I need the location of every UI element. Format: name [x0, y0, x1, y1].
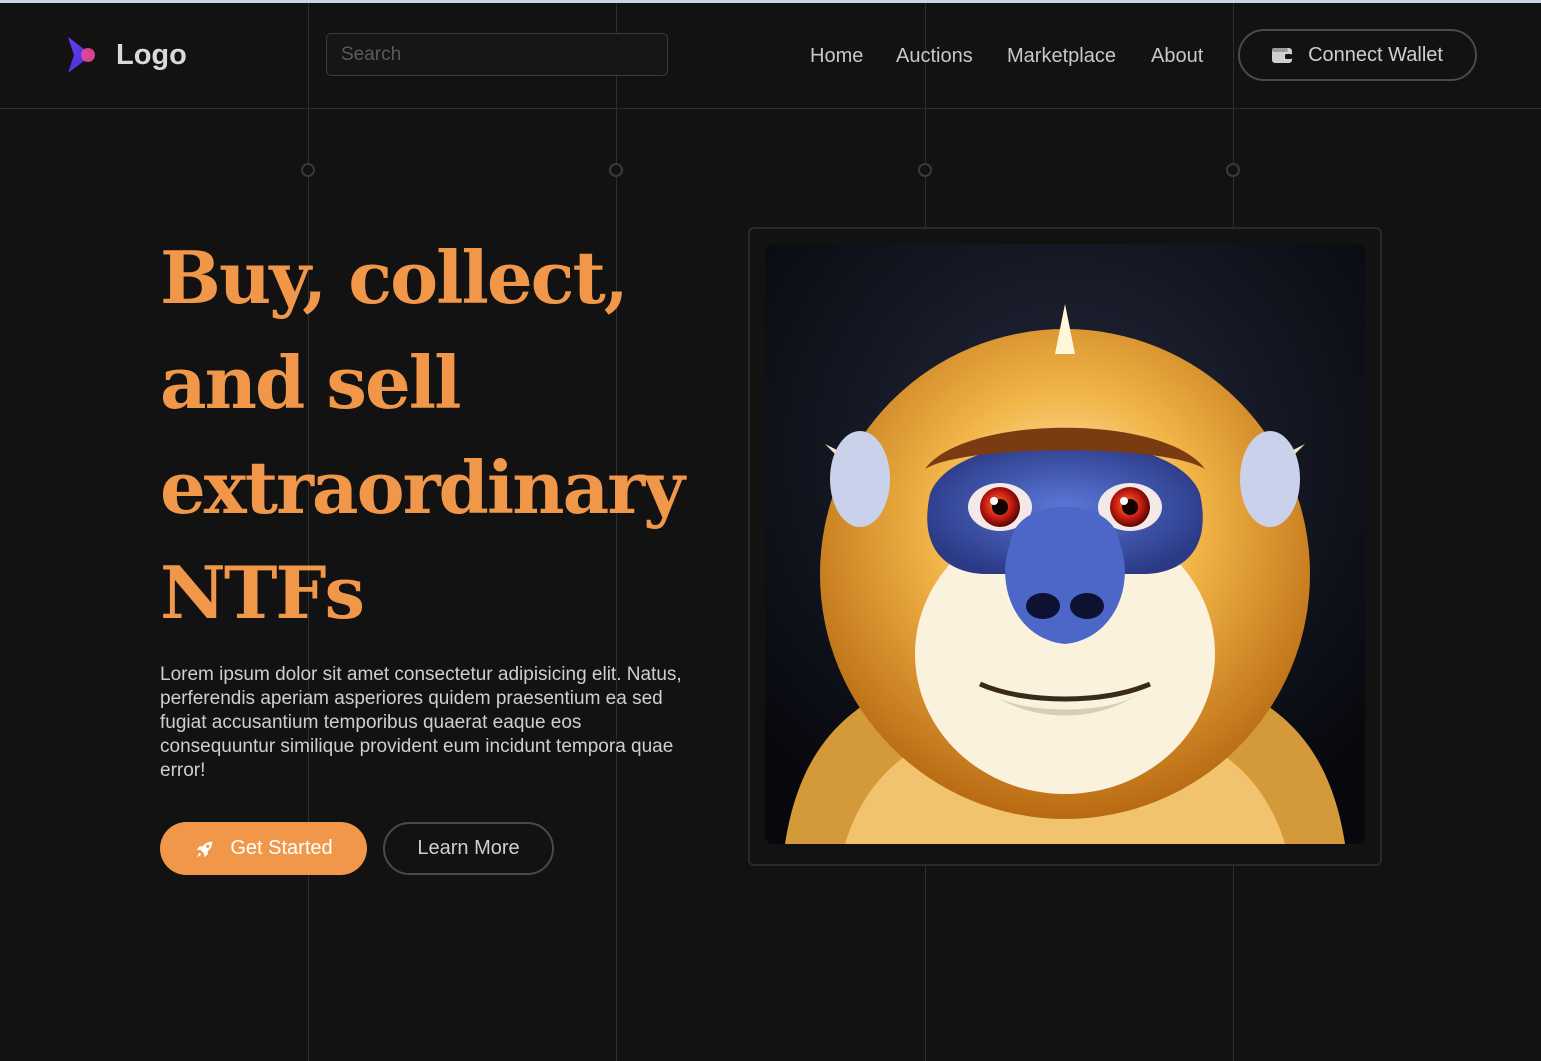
- nav-link-about[interactable]: About: [1151, 45, 1203, 68]
- nav-link-home[interactable]: Home: [810, 45, 863, 68]
- chevron-logo-icon: [68, 37, 95, 73]
- connect-wallet-button[interactable]: Connect Wallet: [1238, 29, 1477, 81]
- grid-node: [609, 163, 623, 177]
- get-started-label: Get Started: [230, 837, 333, 859]
- logo-text: Logo: [116, 38, 187, 71]
- nft-artwork-image[interactable]: [765, 244, 1365, 844]
- get-started-button[interactable]: Get Started: [160, 822, 367, 875]
- site-header: Logo Home Auctions Marketplace About Con…: [0, 3, 1541, 109]
- search-box: [326, 33, 668, 76]
- grid-node: [301, 163, 315, 177]
- nav-link-marketplace[interactable]: Marketplace: [1007, 45, 1116, 68]
- logo[interactable]: Logo: [64, 33, 187, 77]
- wallet-icon: [1272, 48, 1293, 63]
- hero-headline: Buy, collect, and sell extraordinary NTF…: [160, 235, 685, 635]
- grid-node: [1226, 163, 1240, 177]
- learn-more-button[interactable]: Learn More: [383, 822, 554, 875]
- monkey-portrait-illustration: [765, 244, 1365, 844]
- connect-wallet-label: Connect Wallet: [1308, 43, 1443, 66]
- nav-link-auctions[interactable]: Auctions: [896, 45, 973, 68]
- search-input[interactable]: [327, 34, 667, 75]
- grid-node: [918, 163, 932, 177]
- learn-more-label: Learn More: [417, 837, 520, 859]
- hero-description: Lorem ipsum dolor sit amet consectetur a…: [160, 664, 682, 781]
- rocket-icon: [197, 841, 213, 857]
